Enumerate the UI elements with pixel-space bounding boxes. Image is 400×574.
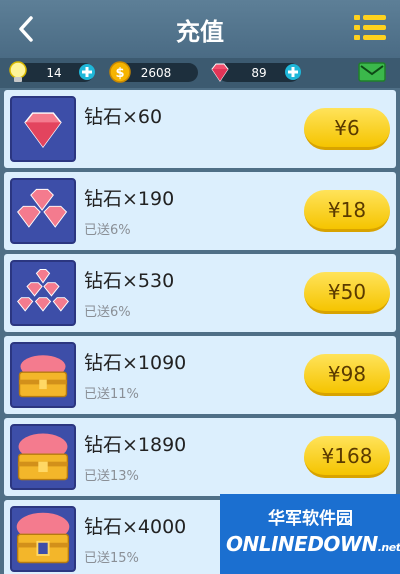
diamond-chest-icon	[16, 512, 70, 564]
add-diamonds-button[interactable]	[284, 63, 302, 81]
item-thumbnail	[10, 424, 76, 490]
menu-list-icon	[354, 15, 386, 40]
mail-icon	[358, 62, 386, 82]
item-name: 钻石×60	[84, 106, 163, 128]
top-bar: 充值	[0, 0, 400, 58]
diamond-trio-icon	[17, 188, 68, 228]
item-bonus: 已送15%	[84, 551, 139, 566]
lightbulb-icon	[9, 61, 27, 82]
list-item[interactable]: 钻石×190 已送6% ¥18	[4, 172, 396, 250]
diamond-count: 89	[251, 65, 267, 80]
item-name: 钻石×530	[84, 270, 175, 292]
diamond-pile-icon	[17, 269, 69, 312]
list-item[interactable]: 钻石×1090 已送11% ¥98	[4, 336, 396, 414]
item-thumbnail	[10, 178, 76, 244]
diamond-chest-icon	[18, 355, 68, 398]
item-thumbnail	[10, 342, 76, 408]
diamond-icon	[211, 63, 229, 82]
item-bonus: 已送6%	[84, 305, 131, 320]
coin-count: 2608	[140, 65, 172, 80]
page-title: 充值	[176, 18, 224, 46]
watermark-en: ONLINEDOWN.net	[226, 532, 400, 556]
diamond-chest-icon	[17, 433, 69, 481]
buy-button[interactable]: ¥168	[304, 436, 390, 478]
item-name: 钻石×190	[84, 188, 175, 210]
buy-button[interactable]: ¥50	[304, 272, 390, 314]
item-bonus: 已送11%	[84, 387, 139, 402]
watermark-suffix: .net	[377, 541, 400, 554]
item-name: 钻石×1090	[84, 352, 187, 374]
watermark-en-text: ONLINEDOWN	[226, 532, 378, 556]
item-thumbnail	[10, 506, 76, 572]
item-name: 钻石×4000	[84, 516, 187, 538]
item-name: 钻石×1890	[84, 434, 187, 456]
single-diamond-icon	[24, 112, 62, 149]
menu-button[interactable]	[352, 10, 388, 46]
list-item[interactable]: 钻石×530 已送6% ¥50	[4, 254, 396, 332]
recharge-list[interactable]: 钻石×60 ¥6 钻石×190 已送6% ¥18 钻石×530 已送6% ¥50…	[0, 88, 400, 574]
mail-button[interactable]	[358, 61, 386, 83]
add-hints-button[interactable]	[78, 63, 96, 81]
list-item[interactable]: 钻石×60 ¥6	[4, 90, 396, 168]
buy-button[interactable]: ¥98	[304, 354, 390, 396]
resource-bar: 14 2608 $ 89	[0, 58, 400, 88]
item-thumbnail	[10, 260, 76, 326]
hint-count: 14	[46, 65, 62, 80]
coin-icon: $	[109, 61, 131, 83]
item-thumbnail	[10, 96, 76, 162]
watermark: 华军软件园 ONLINEDOWN.net	[220, 494, 400, 574]
item-bonus: 已送6%	[84, 223, 131, 238]
watermark-cn: 华军软件园	[268, 509, 353, 529]
list-item[interactable]: 钻石×1890 已送13% ¥168	[4, 418, 396, 496]
buy-button[interactable]: ¥6	[304, 108, 390, 150]
svg-text:$: $	[115, 66, 124, 81]
buy-button[interactable]: ¥18	[304, 190, 390, 232]
item-bonus: 已送13%	[84, 469, 139, 484]
